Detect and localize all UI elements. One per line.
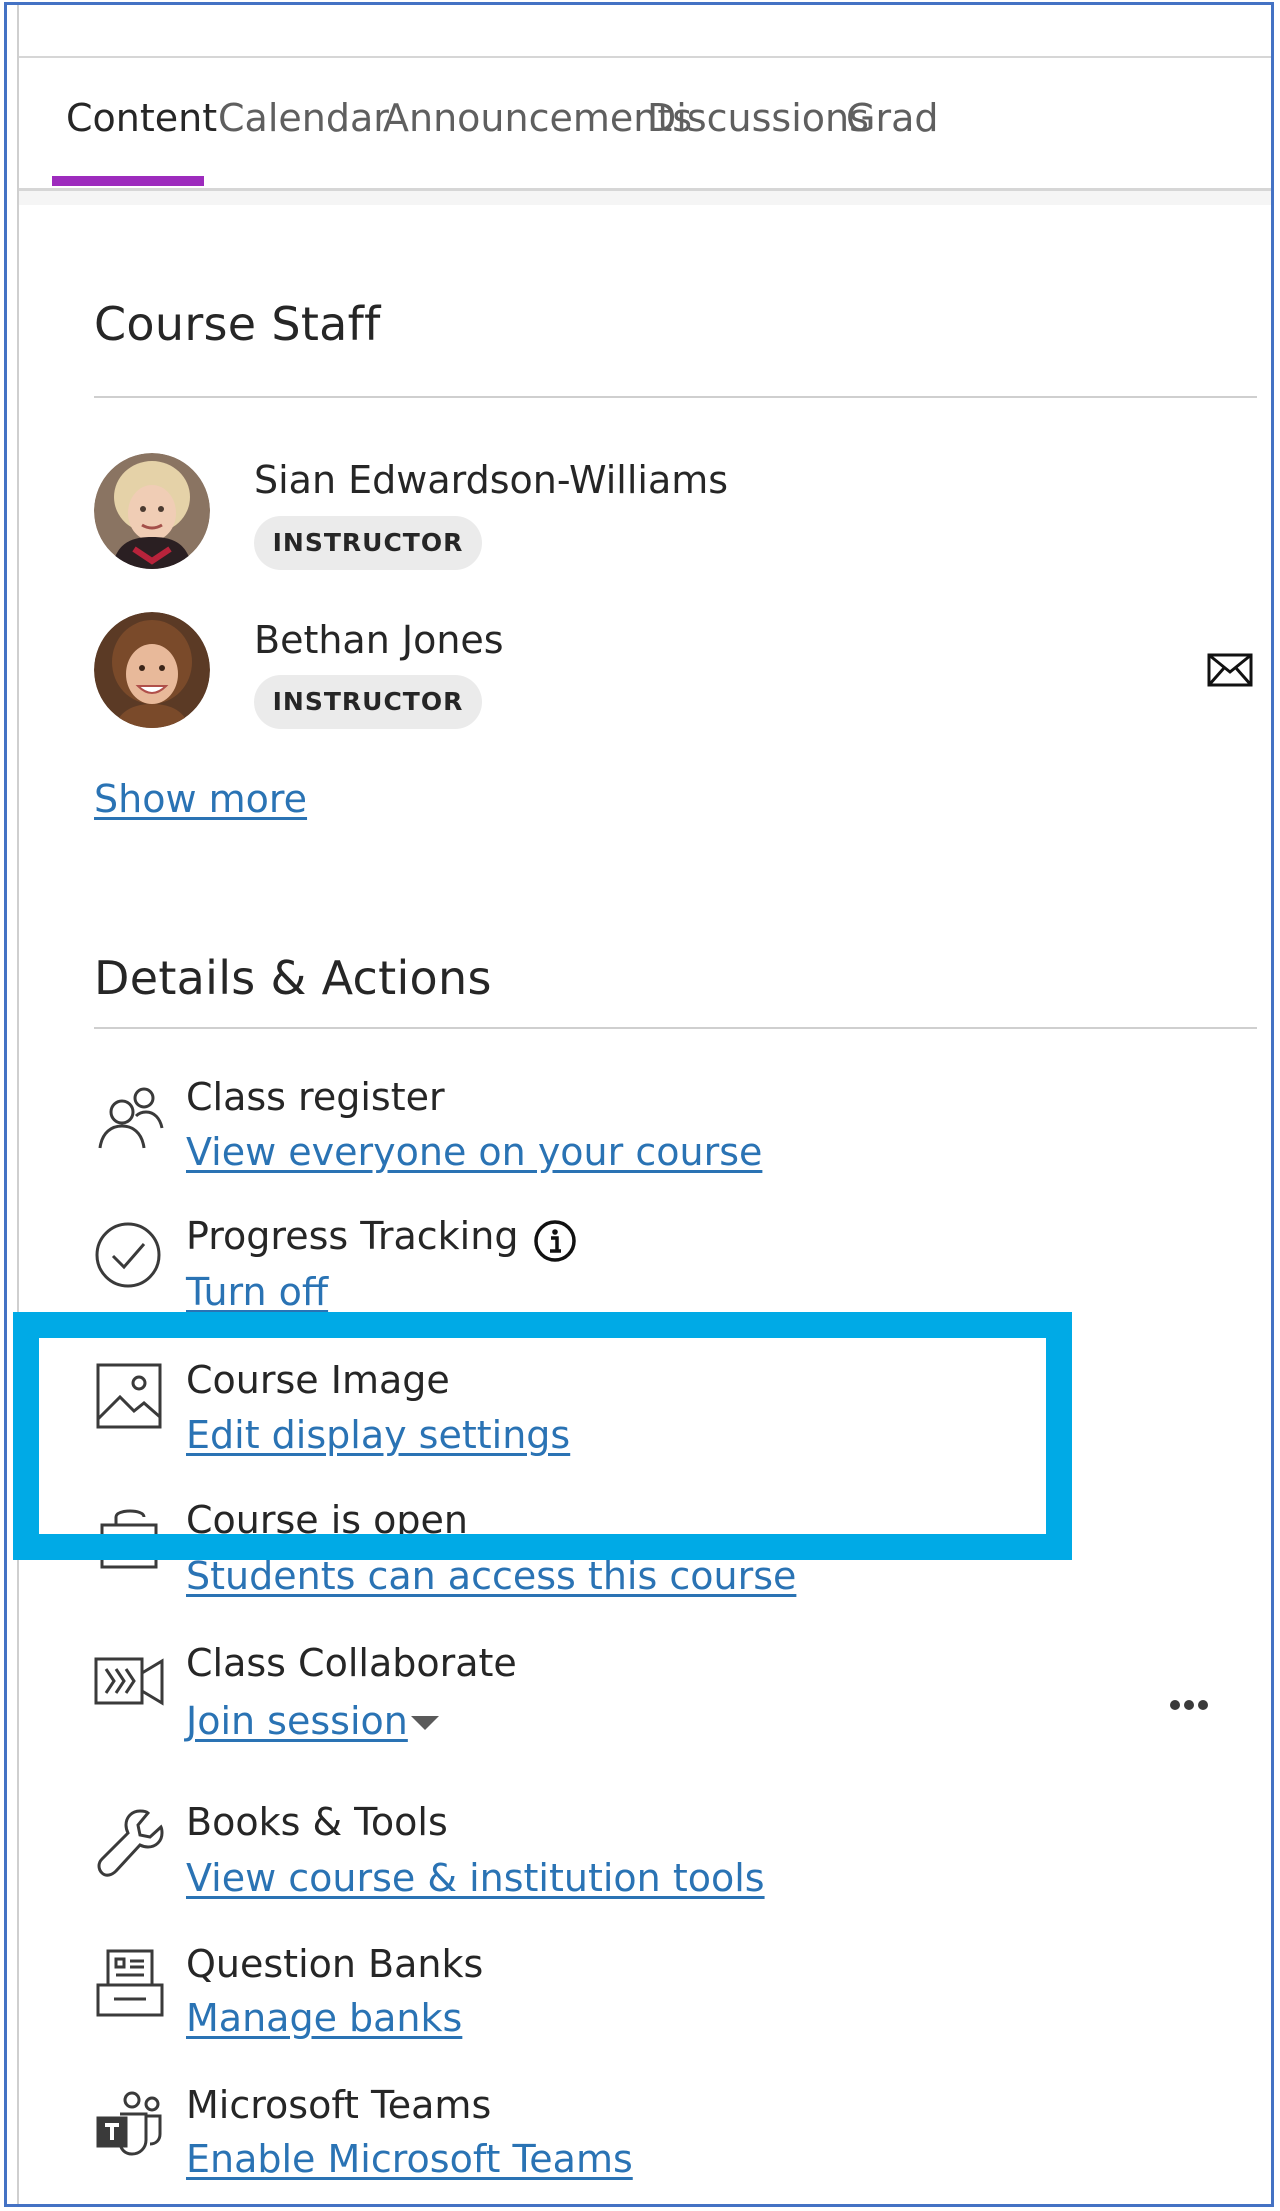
course-open-link[interactable]: Students can access this course <box>186 1554 796 1598</box>
email-icon[interactable] <box>1207 653 1253 687</box>
question-banks-link[interactable]: Manage banks <box>186 1996 462 2040</box>
image-icon <box>94 1361 166 1433</box>
tab-announcements[interactable]: Announcements <box>383 58 692 188</box>
detail-title: Microsoft Teams <box>186 2083 492 2127</box>
show-more-link[interactable]: Show more <box>94 777 307 821</box>
wrench-icon <box>94 1805 166 1877</box>
details-actions-heading: Details & Actions <box>94 951 492 1005</box>
course-staff-heading: Course Staff <box>94 297 381 351</box>
tabs-shadow-band <box>19 191 1271 205</box>
screenshot-frame: Content Calendar Announcements Discussio… <box>4 2 1274 2207</box>
role-badge: INSTRUCTOR <box>254 675 482 729</box>
detail-title: Progress Tracking <box>186 1214 519 1258</box>
progress-tracking-link[interactable]: Turn off <box>186 1270 328 1314</box>
avatar[interactable] <box>94 612 210 728</box>
tab-grades[interactable]: Grad <box>846 58 938 188</box>
course-tabs: Content Calendar Announcements Discussio… <box>19 58 1271 191</box>
more-options-icon[interactable] <box>1159 1693 1219 1717</box>
detail-title: Class Collaborate <box>186 1641 517 1685</box>
lock-icon <box>94 1505 166 1577</box>
class-register-link[interactable]: View everyone on your course <box>186 1130 762 1174</box>
books-tools-link[interactable]: View course & institution tools <box>186 1856 765 1900</box>
course-image-link[interactable]: Edit display settings <box>186 1413 570 1457</box>
course-staff-divider <box>94 396 1257 398</box>
detail-title: Books & Tools <box>186 1800 448 1844</box>
info-icon[interactable] <box>532 1218 578 1264</box>
detail-title: Question Banks <box>186 1942 484 1986</box>
staff-name[interactable]: Sian Edwardson-Williams <box>254 458 728 502</box>
detail-title: Course is open <box>186 1498 469 1542</box>
staff-name[interactable]: Bethan Jones <box>254 618 504 662</box>
people-icon <box>94 1082 166 1154</box>
chevron-down-icon[interactable] <box>411 1716 439 1730</box>
detail-title: Course Image <box>186 1358 450 1402</box>
tab-discussions[interactable]: Discussions <box>647 58 869 188</box>
role-badge: INSTRUCTOR <box>254 516 482 570</box>
detail-title: Class register <box>186 1075 445 1119</box>
microsoft-teams-link[interactable]: Enable Microsoft Teams <box>186 2137 633 2181</box>
course-panel: Content Calendar Announcements Discussio… <box>17 5 1271 2204</box>
avatar[interactable] <box>94 453 210 569</box>
question-bank-icon <box>94 1947 166 2019</box>
active-tab-indicator <box>52 176 204 186</box>
video-camera-icon <box>94 1645 166 1717</box>
checkmark-circle-icon <box>94 1219 166 1291</box>
teams-icon <box>94 2088 166 2160</box>
tab-calendar[interactable]: Calendar <box>218 58 389 188</box>
tab-content[interactable]: Content <box>66 58 217 188</box>
details-actions-divider <box>94 1027 1257 1029</box>
join-session-link[interactable]: Join session <box>186 1699 408 1743</box>
